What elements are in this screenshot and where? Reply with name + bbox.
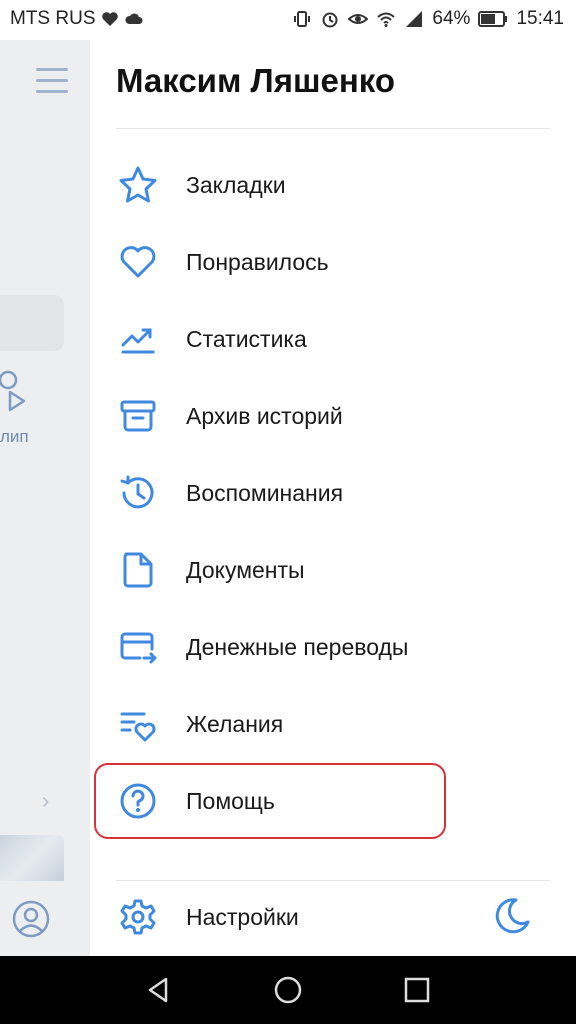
clip-icon[interactable] <box>0 370 30 412</box>
archive-icon <box>120 400 156 432</box>
menu-item-bookmarks[interactable]: Закладки <box>90 153 576 217</box>
trend-chart-icon <box>121 328 155 354</box>
menu-item-label: Настройки <box>186 903 299 930</box>
health-heart-icon <box>101 12 118 26</box>
chevron-right-icon[interactable]: › <box>42 788 49 814</box>
menu-item-money-transfers[interactable]: Денежные переводы <box>90 615 576 679</box>
clock-time: 15:41 <box>516 8 564 29</box>
wifi-icon <box>377 12 396 27</box>
menu-item-wishes[interactable]: Желания <box>90 692 576 756</box>
divider <box>116 128 550 129</box>
background-search-box[interactable] <box>0 295 64 351</box>
carrier-name: MTS RUS <box>10 8 96 29</box>
clip-label: лип <box>0 427 29 446</box>
menu-item-label: Документы <box>186 556 305 583</box>
star-icon <box>119 166 157 203</box>
recents-icon[interactable] <box>402 975 432 1005</box>
back-icon[interactable] <box>144 975 174 1005</box>
battery-percent: 64% <box>432 8 471 29</box>
menu-item-label: Понравилось <box>186 248 329 275</box>
profile-avatar-icon[interactable] <box>12 900 50 938</box>
background-app: лип › <box>0 40 90 956</box>
signal-icon <box>406 11 423 27</box>
menu-item-documents[interactable]: Документы <box>90 538 576 602</box>
menu-item-label: Статистика <box>186 325 307 352</box>
navigation-bar <box>0 956 576 1024</box>
profile-name[interactable]: Максим Ляшенко <box>116 62 395 100</box>
menu-item-memories[interactable]: Воспоминания <box>90 461 576 525</box>
document-icon <box>123 552 153 588</box>
moon-icon[interactable] <box>492 896 532 936</box>
cloud-icon <box>124 13 142 24</box>
vibrate-icon <box>294 11 311 27</box>
menu-item-statistics[interactable]: Статистика <box>90 307 576 371</box>
menu-item-label: Закладки <box>186 171 286 198</box>
money-transfer-icon <box>120 632 157 664</box>
menu-item-stories-archive[interactable]: Архив историй <box>90 384 576 448</box>
gear-icon <box>120 899 156 935</box>
menu-item-liked[interactable]: Понравилось <box>90 230 576 294</box>
menu-item-label: Воспоминания <box>186 479 344 506</box>
divider <box>116 880 550 881</box>
menu-item-label: Желания <box>186 710 284 737</box>
menu-item-label: Денежные переводы <box>186 633 409 660</box>
wishlist-icon <box>120 712 156 742</box>
help-highlight-frame <box>94 763 446 839</box>
battery-icon <box>478 11 508 27</box>
menu-item-label: Архив историй <box>186 402 343 429</box>
thumbnail-image[interactable] <box>0 835 64 881</box>
hamburger-menu-icon[interactable] <box>36 68 68 101</box>
eye-icon <box>348 14 369 24</box>
history-icon <box>120 475 154 509</box>
alarm-icon <box>322 12 338 28</box>
home-icon[interactable] <box>273 975 303 1005</box>
status-bar: MTS RUS 64% 15:41 <box>0 0 576 40</box>
heart-icon <box>120 246 156 278</box>
